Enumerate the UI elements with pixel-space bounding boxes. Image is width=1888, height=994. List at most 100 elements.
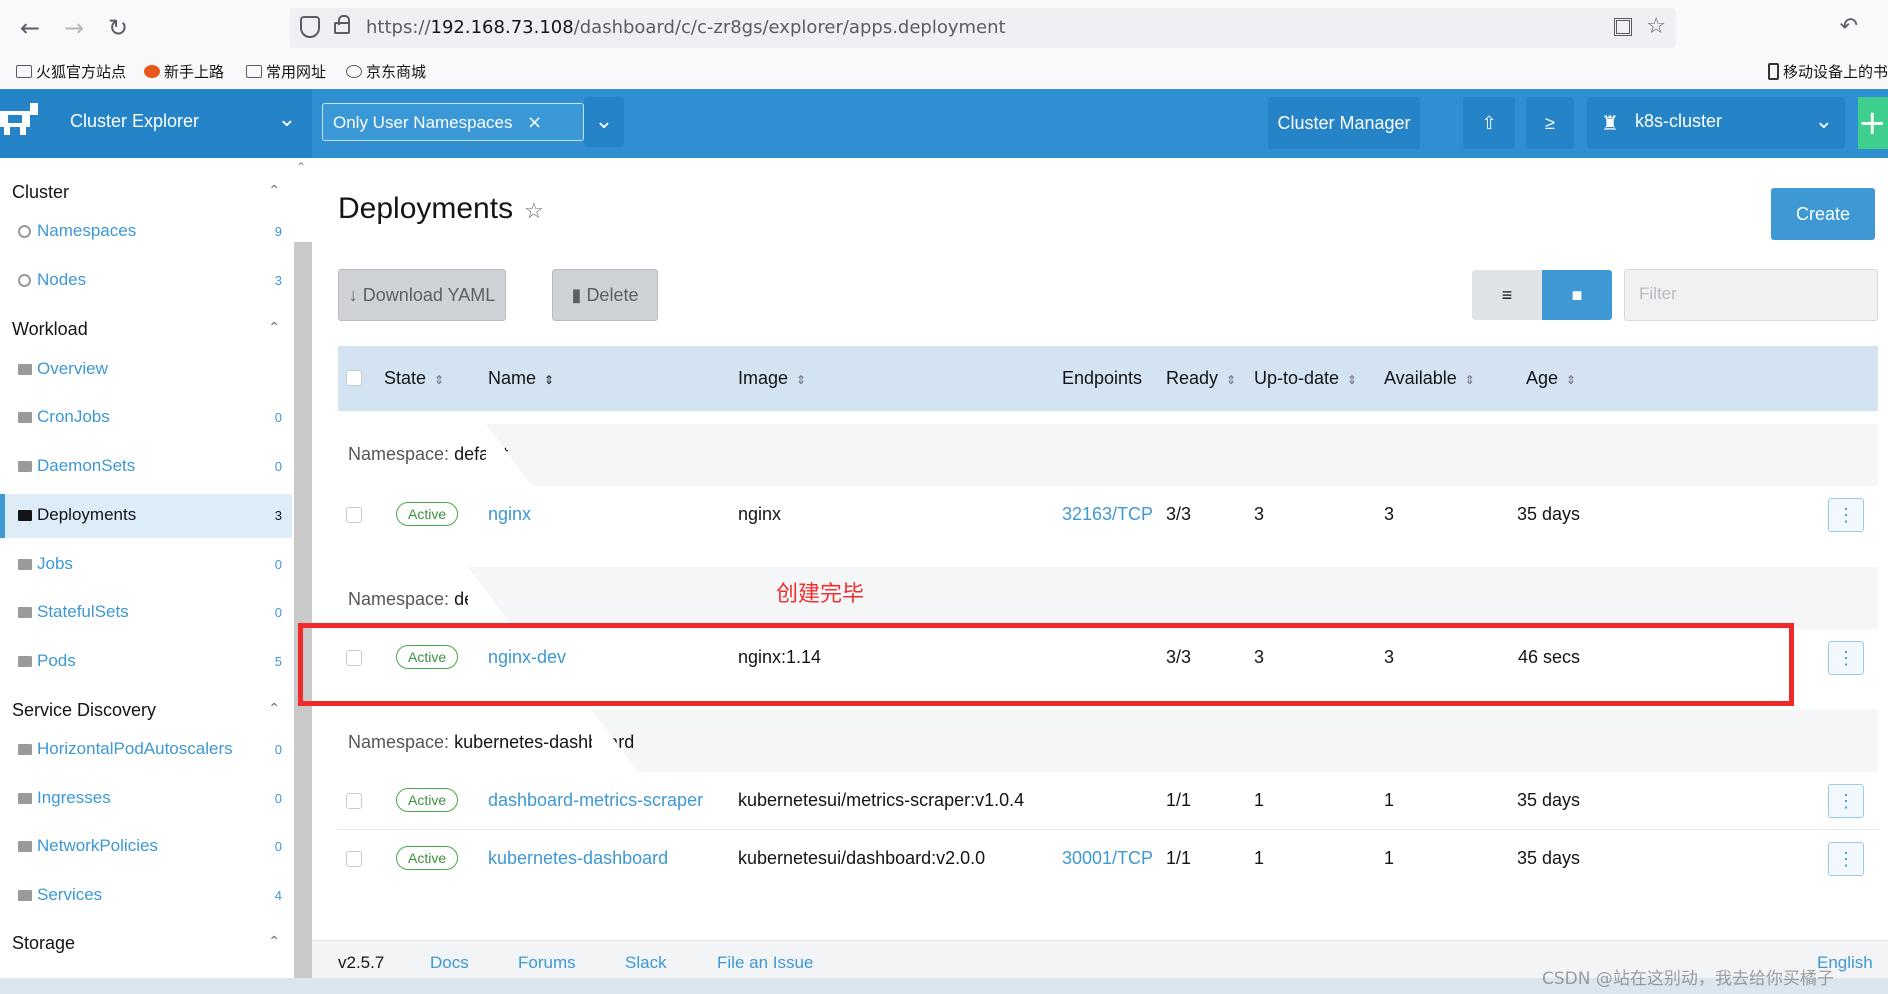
deployment-name-link[interactable]: nginx: [488, 504, 531, 525]
page-title: Deployments: [338, 192, 514, 225]
deployment-name-link[interactable]: kubernetes-dashboard: [488, 848, 668, 869]
forward-icon[interactable]: →: [58, 12, 90, 44]
back-icon[interactable]: ←: [14, 12, 46, 44]
file-issue-link[interactable]: File an Issue: [717, 953, 813, 973]
filter-input[interactable]: Filter: [1624, 269, 1878, 321]
sidebar-item-pods[interactable]: Pods 5: [0, 640, 292, 684]
deployment-name-link[interactable]: dashboard-metrics-scraper: [488, 790, 703, 811]
bookmark-item[interactable]: 京东商城: [346, 61, 426, 82]
globe-icon: [346, 65, 362, 78]
shield-icon[interactable]: [300, 16, 320, 38]
table-row[interactable]: Active kubernetes-dashboard kubernetesui…: [338, 829, 1878, 886]
table-row[interactable]: Active nginx nginx 32163/TCP 3/3 3 3 35 …: [338, 486, 1878, 543]
column-header-ready[interactable]: Ready ⇕: [1166, 368, 1236, 389]
forums-link[interactable]: Forums: [518, 953, 576, 973]
group-by-namespace-button[interactable]: ■: [1542, 270, 1612, 320]
sidebar-group-cluster[interactable]: Cluster ⌃: [0, 178, 292, 208]
age-cell: 35 days: [1517, 848, 1581, 868]
endpoint-link[interactable]: 30001/TCP: [1062, 848, 1153, 869]
qr-code-icon[interactable]: [1614, 18, 1632, 36]
sidebar-item-jobs[interactable]: Jobs 0: [0, 543, 292, 587]
folder-icon: [18, 890, 32, 901]
sidebar-item-services[interactable]: Services 4: [0, 874, 292, 918]
column-label: Ready: [1166, 368, 1219, 388]
sidebar-item-statefulsets[interactable]: StatefulSets 0: [0, 591, 292, 635]
sidebar-item-label: Nodes: [37, 270, 87, 289]
sidebar-item-ingresses[interactable]: Ingresses 0: [0, 777, 292, 821]
namespace-dropdown-button[interactable]: ⌄: [584, 97, 624, 147]
sidebar-item-overview[interactable]: Overview: [0, 348, 292, 392]
list-icon: ≡: [1501, 285, 1513, 305]
cluster-manager-button[interactable]: Cluster Manager: [1268, 97, 1420, 149]
row-actions-button[interactable]: ⋮: [1828, 784, 1864, 818]
column-header-available[interactable]: Available ⇕: [1384, 368, 1475, 389]
bookmark-item[interactable]: 火狐官方站点: [16, 61, 126, 82]
namespace-prefix: Namespace:: [348, 444, 450, 464]
flat-list-view-button[interactable]: ≡: [1472, 270, 1542, 320]
folder-icon: [18, 510, 32, 521]
column-header-age[interactable]: Age ⇕: [1526, 368, 1576, 389]
namespace-prefix: Namespace:: [348, 589, 450, 609]
row-actions-button[interactable]: ⋮: [1828, 498, 1864, 532]
folder-icon: [16, 65, 32, 78]
sidebar-item-label: Deployments: [37, 505, 137, 524]
favorite-star-icon[interactable]: ☆: [524, 198, 544, 224]
row-actions-button[interactable]: ⋮: [1828, 842, 1864, 876]
row-checkbox[interactable]: [346, 851, 362, 867]
bookmark-star-icon[interactable]: ☆: [1646, 14, 1666, 39]
sidebar-item-namespaces[interactable]: Namespaces 9: [0, 210, 292, 254]
sidebar-item-deployments[interactable]: Deployments 3: [0, 494, 292, 538]
add-button[interactable]: +: [1858, 97, 1888, 149]
bookmark-item[interactable]: 新手上路: [144, 61, 224, 82]
mobile-bookmarks[interactable]: 移动设备上的书: [1767, 61, 1888, 82]
slack-link[interactable]: Slack: [625, 953, 667, 973]
column-header-name[interactable]: Name ⇕: [488, 368, 554, 389]
namespace-filter[interactable]: Only User Namespaces ×: [322, 103, 584, 141]
delete-button[interactable]: ▮ Delete: [552, 269, 658, 321]
sidebar-group-storage[interactable]: Storage ⌃: [0, 929, 292, 959]
reload-icon[interactable]: ↻: [102, 12, 134, 44]
version-label: v2.5.7: [338, 953, 385, 972]
lock-icon[interactable]: [334, 15, 350, 34]
remove-filter-icon[interactable]: ×: [527, 112, 542, 133]
sidebar-scrollbar[interactable]: [294, 242, 312, 978]
row-checkbox[interactable]: [346, 793, 362, 809]
table-row[interactable]: Active dashboard-metrics-scraper kuberne…: [338, 772, 1878, 829]
row-actions-button[interactable]: ⋮: [1828, 641, 1864, 675]
row-checkbox[interactable]: [346, 507, 362, 523]
sidebar-item-nodes[interactable]: Nodes 3: [0, 259, 292, 303]
sidebar-item-daemonsets[interactable]: DaemonSets 0: [0, 445, 292, 489]
kubectl-shell-button[interactable]: ≥: [1526, 97, 1574, 149]
cluster-selector[interactable]: ♜ k8s-cluster ⌄: [1587, 97, 1845, 149]
group-label: Cluster: [12, 182, 70, 202]
sidebar-group-service-discovery[interactable]: Service Discovery ⌃: [0, 696, 292, 726]
sidebar-item-cronjobs[interactable]: CronJobs 0: [0, 396, 292, 440]
group-label: Workload: [12, 319, 88, 339]
create-button[interactable]: Create: [1771, 188, 1875, 240]
scroll-up-icon[interactable]: ⌃: [296, 160, 306, 174]
url-text[interactable]: https://192.168.73.108/dashboard/c/c-zr8…: [366, 17, 1006, 38]
ready-cell: 3/3: [1166, 504, 1192, 524]
cluster-explorer-menu[interactable]: Cluster Explorer ⌄: [0, 89, 312, 158]
import-yaml-button[interactable]: ⇧: [1463, 97, 1515, 149]
download-icon: ↓: [348, 285, 363, 305]
select-all-checkbox[interactable]: [346, 370, 362, 386]
address-bar[interactable]: https://192.168.73.108/dashboard/c/c-zr8…: [290, 8, 1676, 48]
sidebar-item-count: 9: [274, 224, 282, 239]
sidebar-item-networkpolicies[interactable]: NetworkPolicies 0: [0, 825, 292, 869]
status-badge: Active: [396, 502, 459, 526]
age-cell: 35 days: [1517, 790, 1581, 810]
docs-link[interactable]: Docs: [430, 953, 469, 973]
column-header-state[interactable]: State ⇕: [384, 368, 444, 389]
column-header-image[interactable]: Image ⇕: [738, 368, 806, 389]
sidebar-group-workload[interactable]: Workload ⌃: [0, 315, 292, 345]
screen: ← → ↻ https://192.168.73.108/dashboard/c…: [0, 0, 1888, 994]
sidebar-item-hpa[interactable]: HorizontalPodAutoscalers 0: [0, 728, 292, 772]
phone-icon: [1767, 63, 1779, 80]
column-header-up-to-date[interactable]: Up-to-date ⇕: [1254, 368, 1357, 389]
endpoint-link[interactable]: 32163/TCP: [1062, 504, 1153, 525]
undo-icon[interactable]: ↶: [1840, 14, 1858, 39]
bookmark-item[interactable]: 常用网址: [246, 61, 326, 82]
plus-icon: +: [1858, 103, 1887, 143]
download-yaml-button[interactable]: ↓ Download YAML: [338, 269, 506, 321]
